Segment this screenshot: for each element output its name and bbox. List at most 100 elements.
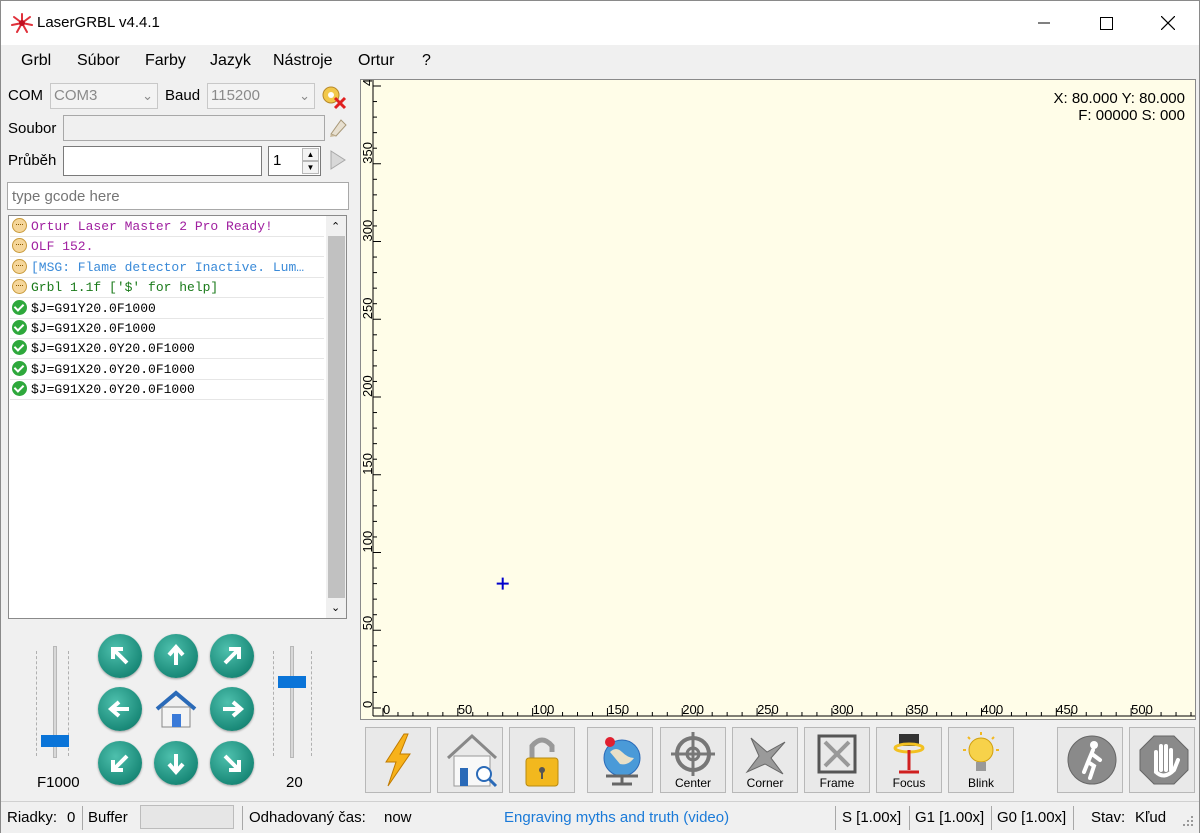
speed-slider-thumb[interactable]	[41, 735, 69, 748]
resize-grip-icon[interactable]	[1183, 816, 1195, 828]
position-fs: F: 00000 S: 000	[1078, 107, 1185, 124]
focus-button[interactable]: Focus	[876, 727, 942, 793]
scroll-up-icon[interactable]: ⌃	[331, 220, 340, 233]
disconnect-icon[interactable]	[320, 84, 348, 110]
jog-up-right-button[interactable]	[210, 634, 254, 678]
x-tick-label: 150	[607, 702, 629, 717]
y-tick-label: 400	[361, 80, 375, 86]
scrollbar-thumb[interactable]	[328, 236, 345, 598]
stop-button[interactable]	[1129, 727, 1195, 793]
ok-icon	[12, 320, 27, 335]
com-label: COM	[8, 87, 43, 104]
frame-button[interactable]: Frame	[804, 727, 870, 793]
step-slider-thumb[interactable]	[278, 675, 306, 688]
arrow-down-right-icon	[223, 754, 241, 772]
focus-caption: Focus	[892, 776, 926, 790]
console-row: OLF 152.	[10, 237, 324, 258]
center-caption: Center	[674, 776, 712, 790]
buffer-bar	[140, 805, 234, 829]
g1-override: G1 [1.00x]	[915, 809, 985, 826]
jog-down-button[interactable]	[154, 741, 198, 785]
menu-help[interactable]: ?	[422, 52, 431, 70]
jog-up-button[interactable]	[154, 634, 198, 678]
console-row-text: $J=G91X20.0F1000	[31, 321, 156, 336]
arrow-down-left-icon	[111, 754, 129, 772]
focus-icon	[893, 734, 925, 774]
g0-override: G0 [1.00x]	[997, 809, 1067, 826]
status-bar: Riadky: 0 Buffer Odhadovaný čas: now Eng…	[1, 801, 1199, 833]
menu-tools[interactable]: Nástroje	[273, 52, 333, 70]
x-tick-label: 300	[832, 702, 854, 717]
corner-button[interactable]: Corner	[732, 727, 798, 793]
menu-colors[interactable]: Farby	[145, 52, 186, 70]
menu-ortur[interactable]: Ortur	[358, 52, 394, 70]
maximize-button[interactable]	[1075, 1, 1137, 45]
x-tick-label: 0	[383, 702, 390, 717]
run-button[interactable]	[365, 727, 431, 793]
walk-button[interactable]	[1057, 727, 1123, 793]
y-tick-label: 0	[361, 701, 375, 708]
lines-value: 0	[67, 809, 76, 826]
minimize-button[interactable]	[1013, 1, 1075, 45]
stepper-down-button[interactable]: ▼	[302, 161, 319, 174]
step-slider[interactable]	[290, 646, 294, 758]
passes-stepper[interactable]: 1 ▲ ▼	[268, 146, 321, 176]
stepper-up-button[interactable]: ▲	[302, 148, 319, 161]
globe-button[interactable]	[587, 727, 653, 793]
jog-right-button[interactable]	[210, 687, 254, 731]
gcode-input[interactable]	[7, 182, 349, 210]
jog-left-button[interactable]	[98, 687, 142, 731]
menu-file[interactable]: Súbor	[77, 52, 120, 70]
unlock-button[interactable]	[509, 727, 575, 793]
jog-down-left-button[interactable]	[98, 741, 142, 785]
y-tick-label: 200	[361, 375, 375, 397]
console-log[interactable]: Ortur Laser Master 2 Pro Ready! OLF 152. […	[8, 215, 347, 619]
homing-button[interactable]	[437, 727, 503, 793]
progress-label: Průběh	[8, 152, 57, 169]
divider	[242, 806, 243, 830]
console-row: Grbl 1.1f ['$' for help]	[10, 278, 324, 299]
blink-icon	[963, 732, 999, 771]
file-label: Soubor	[8, 120, 57, 137]
center-button[interactable]: Center	[660, 727, 726, 793]
blink-button[interactable]: Blink	[948, 727, 1014, 793]
jog-up-left-button[interactable]	[98, 634, 142, 678]
home-button[interactable]	[153, 689, 199, 729]
frame-icon	[817, 734, 857, 774]
y-tick-label: 350	[361, 142, 375, 164]
corner-icon	[745, 737, 786, 775]
engraving-link[interactable]: Engraving myths and truth (video)	[504, 809, 729, 826]
close-button[interactable]	[1137, 1, 1199, 45]
passes-value: 1	[273, 152, 282, 169]
step-slider-ticks	[273, 651, 279, 756]
console-scrollbar[interactable]: ⌃ ⌄	[326, 216, 346, 618]
speed-value: F1000	[37, 774, 80, 791]
run-file-icon[interactable]	[329, 150, 347, 170]
menu-grbl[interactable]: Grbl	[21, 52, 51, 70]
x-tick-label: 100	[533, 702, 555, 717]
position-readout: X: 80.000 Y: 80.000 F: 00000 S: 000	[1053, 90, 1185, 124]
divider	[991, 806, 992, 830]
buffer-label: Buffer	[88, 809, 128, 826]
ok-icon	[12, 340, 27, 356]
scroll-down-icon[interactable]: ⌄	[331, 601, 340, 614]
open-file-icon[interactable]	[327, 116, 349, 138]
com-port-select[interactable]: COM3 ⌄	[50, 83, 158, 109]
divider	[909, 806, 910, 830]
console-row: $J=G91X20.0F1000	[10, 319, 324, 339]
menu-language[interactable]: Jazyk	[210, 52, 251, 70]
jog-down-right-button[interactable]	[210, 741, 254, 785]
baud-label: Baud	[165, 87, 201, 104]
arrow-right-icon	[223, 700, 245, 718]
s-override: S [1.00x]	[842, 809, 902, 826]
app-window: LaserGRBL v4.4.1 Grbl Súbor Farby Jazyk …	[0, 0, 1200, 833]
console-row: [MSG: Flame detector Inactive. Lum…	[10, 258, 324, 278]
preview-canvas[interactable]: 0 50 100 150 200 250 300 350 400 450 500 0 50 100 150 2…	[360, 64, 1196, 720]
arrow-up-left-icon	[111, 647, 129, 665]
baud-rate-select[interactable]: 115200 ⌄	[207, 83, 315, 109]
position-xy: X: 80.000 Y: 80.000	[1053, 90, 1185, 107]
file-path-field[interactable]	[63, 115, 325, 141]
frame-caption: Frame	[819, 776, 855, 790]
y-tick-label: 300	[361, 220, 375, 242]
step-value: 20	[286, 774, 303, 791]
